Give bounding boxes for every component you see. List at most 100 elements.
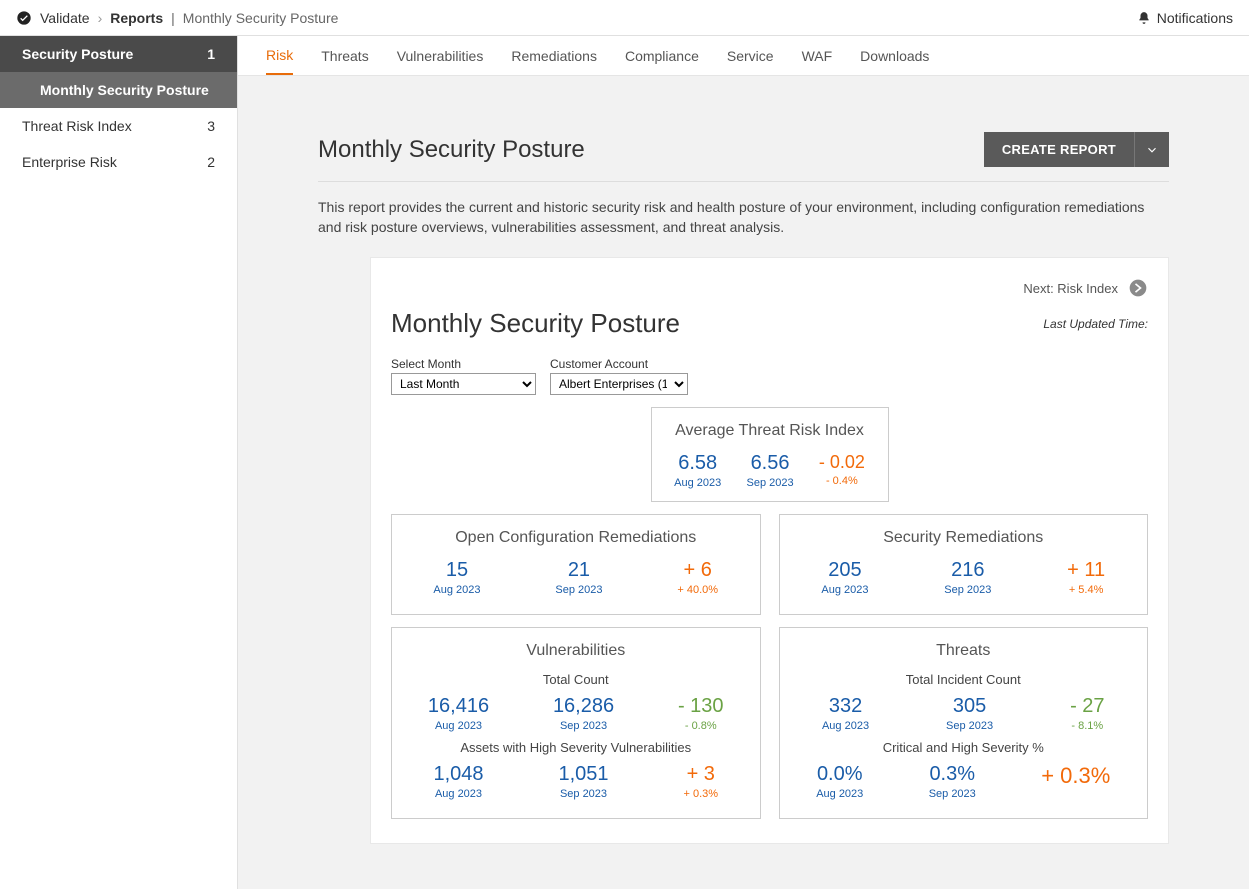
kpi-pct: + 40.0% xyxy=(677,584,718,596)
top-bar: Validate › Reports | Monthly Security Po… xyxy=(0,0,1249,36)
kpi-value-a: 0.0% xyxy=(816,763,863,786)
sidebar-item-count: 2 xyxy=(207,154,215,170)
sidebar-item-label: Enterprise Risk xyxy=(22,154,117,170)
kpi-value-a: 205 xyxy=(821,559,868,582)
tab-service[interactable]: Service xyxy=(727,38,774,74)
kpi-delta: + 3 xyxy=(683,763,718,786)
tab-waf[interactable]: WAF xyxy=(802,38,833,74)
chevron-right-icon: › xyxy=(98,10,103,26)
kpi-pct: + 0.3% xyxy=(683,788,718,800)
kpi-subtitle: Total Incident Count xyxy=(790,672,1138,687)
breadcrumb-section[interactable]: Reports xyxy=(110,10,163,26)
kpi-value-b: 16,286 xyxy=(553,695,614,718)
sidebar-item-label: Security Posture xyxy=(22,46,133,62)
create-report-button[interactable]: CREATE REPORT xyxy=(984,132,1134,167)
create-report-group: CREATE REPORT xyxy=(984,132,1169,167)
kpi-value-b: 216 xyxy=(944,559,991,582)
kpi-threats: Threats Total Incident Count 332 Aug 202… xyxy=(779,627,1149,819)
last-updated-label: Last Updated Time: xyxy=(1043,317,1148,331)
kpi-security-remediations: Security Remediations 205 Aug 2023 216 S… xyxy=(779,514,1149,615)
kpi-delta: + 0.3% xyxy=(1041,763,1110,789)
report-title: Monthly Security Posture xyxy=(391,308,680,339)
breadcrumb: Validate › Reports | Monthly Security Po… xyxy=(16,10,338,26)
kpi-period-a: Aug 2023 xyxy=(433,788,483,800)
kpi-period-a: Aug 2023 xyxy=(822,720,869,732)
kpi-period-a: Aug 2023 xyxy=(816,788,863,800)
kpi-period-b: Sep 2023 xyxy=(555,584,602,596)
kpi-title: Threats xyxy=(790,642,1138,660)
sidebar-item-count: 3 xyxy=(207,118,215,134)
tabs: Risk Threats Vulnerabilities Remediation… xyxy=(238,36,1249,76)
kpi-title: Vulnerabilities xyxy=(402,642,750,660)
select-month-group: Select Month Last Month xyxy=(391,357,536,395)
kpi-threat-risk-index: Average Threat Risk Index 6.58 Aug 2023 … xyxy=(651,407,889,502)
kpi-pct: - 0.8% xyxy=(678,720,724,732)
select-month-dropdown[interactable]: Last Month xyxy=(391,373,536,395)
kpi-value-b: 305 xyxy=(946,695,993,718)
kpi-value-b: 6.56 xyxy=(746,452,793,475)
kpi-pct: - 0.4% xyxy=(819,475,865,487)
kpi-pct: + 5.4% xyxy=(1067,584,1105,596)
notifications-label: Notifications xyxy=(1157,10,1233,26)
breadcrumb-sep: | xyxy=(171,10,175,26)
select-month-label: Select Month xyxy=(391,357,536,371)
create-report-dropdown-button[interactable] xyxy=(1134,132,1169,167)
customer-account-dropdown[interactable]: Albert Enterprises (1078… xyxy=(550,373,688,395)
kpi-title: Security Remediations xyxy=(790,529,1138,547)
kpi-period-a: Aug 2023 xyxy=(821,584,868,596)
kpi-period-b: Sep 2023 xyxy=(558,788,608,800)
customer-account-group: Customer Account Albert Enterprises (107… xyxy=(550,357,688,395)
tab-risk[interactable]: Risk xyxy=(266,37,293,75)
kpi-delta: + 11 xyxy=(1067,559,1105,582)
report-panel: Next: Risk Index Monthly Security Postur… xyxy=(370,257,1169,844)
check-circle-icon xyxy=(16,10,32,26)
kpi-value-a: 332 xyxy=(822,695,869,718)
customer-account-label: Customer Account xyxy=(550,357,688,371)
sidebar-item-label: Threat Risk Index xyxy=(22,118,132,134)
kpi-period-b: Sep 2023 xyxy=(944,584,991,596)
main-content: Risk Threats Vulnerabilities Remediation… xyxy=(238,36,1249,889)
notifications-button[interactable]: Notifications xyxy=(1137,10,1233,26)
next-link[interactable]: Next: Risk Index xyxy=(1023,281,1118,296)
kpi-value-b: 21 xyxy=(555,559,602,582)
page-description: This report provides the current and his… xyxy=(318,198,1169,237)
tab-remediations[interactable]: Remediations xyxy=(511,38,597,74)
tab-vulnerabilities[interactable]: Vulnerabilities xyxy=(397,38,484,74)
kpi-value-a: 16,416 xyxy=(428,695,489,718)
kpi-pct: - 8.1% xyxy=(1070,720,1104,732)
sidebar: Security Posture 1 Monthly Security Post… xyxy=(0,36,238,889)
kpi-value-a: 15 xyxy=(433,559,480,582)
tab-threats[interactable]: Threats xyxy=(321,38,368,74)
kpi-period-a: Aug 2023 xyxy=(433,584,480,596)
kpi-delta: - 27 xyxy=(1070,695,1104,718)
kpi-value-a: 1,048 xyxy=(433,763,483,786)
kpi-vulnerabilities: Vulnerabilities Total Count 16,416 Aug 2… xyxy=(391,627,761,819)
kpi-delta: - 130 xyxy=(678,695,724,718)
kpi-delta: + 6 xyxy=(677,559,718,582)
kpi-period-b: Sep 2023 xyxy=(946,720,993,732)
arrow-right-circle-icon[interactable] xyxy=(1128,278,1148,298)
breadcrumb-page: Monthly Security Posture xyxy=(183,10,339,26)
kpi-period-b: Sep 2023 xyxy=(553,720,614,732)
chevron-down-icon xyxy=(1145,143,1159,157)
bell-icon xyxy=(1137,11,1151,25)
kpi-subtitle: Total Count xyxy=(402,672,750,687)
sidebar-item-security-posture[interactable]: Security Posture 1 xyxy=(0,36,237,72)
kpi-value-a: 6.58 xyxy=(674,452,721,475)
sidebar-item-monthly-security-posture[interactable]: Monthly Security Posture xyxy=(0,72,237,108)
kpi-period-a: Aug 2023 xyxy=(428,720,489,732)
kpi-delta: - 0.02 xyxy=(819,452,865,473)
kpi-period-b: Sep 2023 xyxy=(746,477,793,489)
breadcrumb-root[interactable]: Validate xyxy=(40,10,90,26)
kpi-value-b: 1,051 xyxy=(558,763,608,786)
kpi-period-a: Aug 2023 xyxy=(674,477,721,489)
kpi-period-b: Sep 2023 xyxy=(929,788,976,800)
kpi-title: Open Configuration Remediations xyxy=(402,529,750,547)
kpi-subtitle: Assets with High Severity Vulnerabilitie… xyxy=(402,740,750,755)
tab-compliance[interactable]: Compliance xyxy=(625,38,699,74)
kpi-subtitle: Critical and High Severity % xyxy=(790,740,1138,755)
tab-downloads[interactable]: Downloads xyxy=(860,38,929,74)
sidebar-item-threat-risk-index[interactable]: Threat Risk Index 3 xyxy=(0,108,237,144)
kpi-title: Average Threat Risk Index xyxy=(668,422,872,440)
sidebar-item-enterprise-risk[interactable]: Enterprise Risk 2 xyxy=(0,144,237,180)
